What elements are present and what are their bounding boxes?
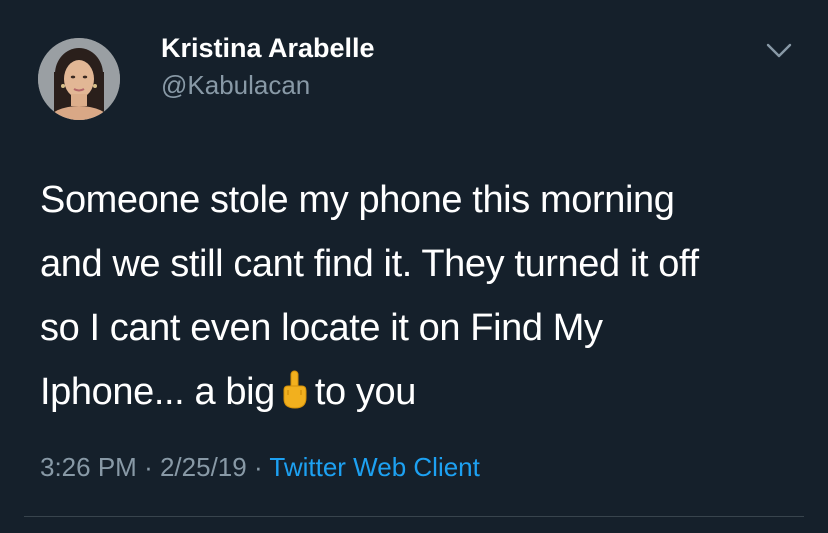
tweet-client-link[interactable]: Twitter Web Client [269,452,479,482]
chevron-down-icon[interactable] [764,38,794,62]
tweet-meta: 3:26 PM · 2/25/19 · Twitter Web Client [40,452,480,483]
meta-separator: · [144,452,153,482]
middle-finger-emoji [279,366,309,409]
tweet-line: so I cant even locate it on Find My [40,307,603,349]
tweet-date[interactable]: 2/25/19 [160,452,247,482]
tweet-line: and we still cant find it. They turned i… [40,243,699,285]
avatar[interactable] [38,38,120,120]
meta-separator: · [253,452,263,482]
display-name[interactable]: Kristina Arabelle [161,33,375,64]
tweet-text: Someone stole my phone this morning and … [40,168,800,424]
tweet-line: Iphone... a big to you [40,360,800,424]
avatar-image [38,38,120,120]
tweet-time[interactable]: 3:26 PM [40,452,137,482]
tweet-line-start: Iphone... a big [40,371,275,413]
divider [24,516,804,517]
tweet-line: Someone stole my phone this morning [40,179,675,221]
tweet-line-end: to you [314,371,417,413]
user-handle[interactable]: @Kabulacan [161,70,310,101]
